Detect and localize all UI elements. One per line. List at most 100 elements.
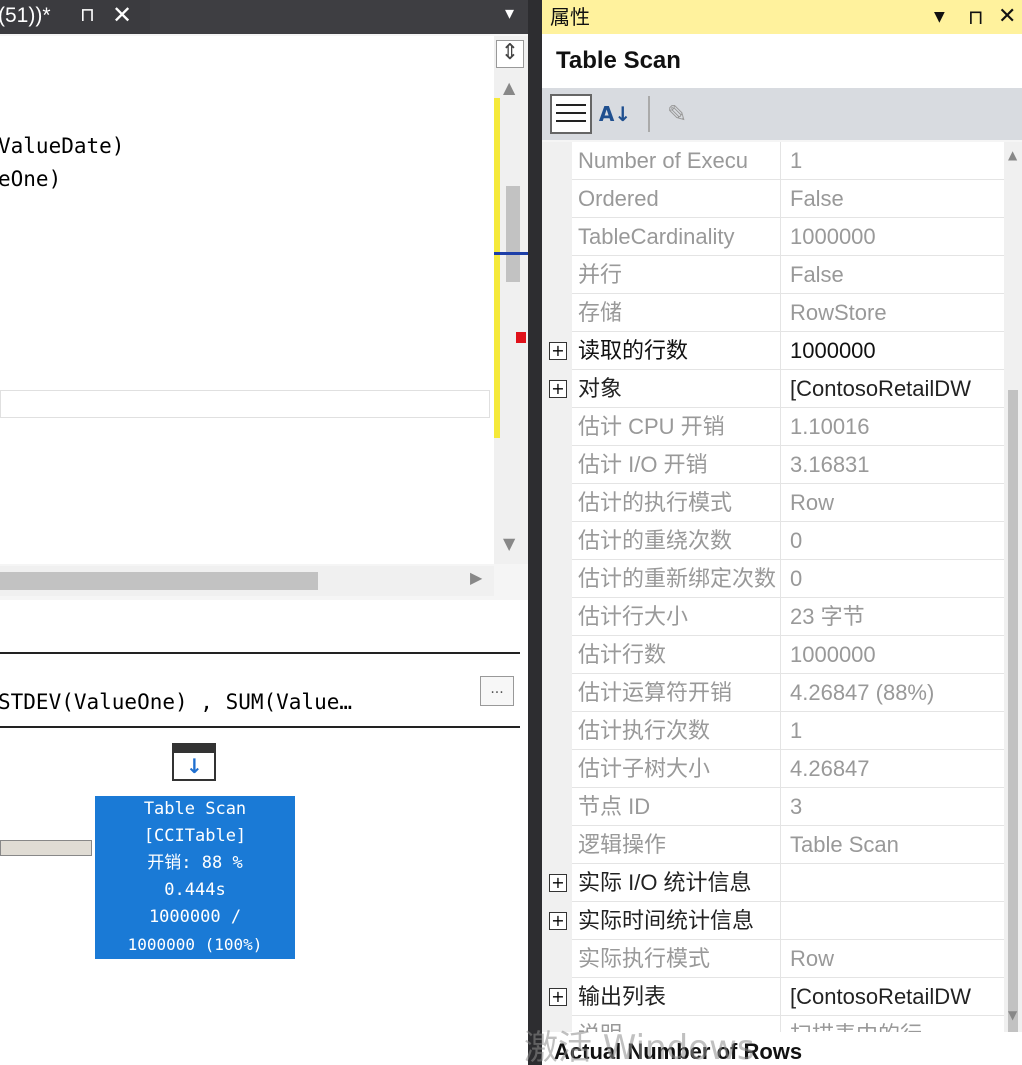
property-name: 估计运算符开销 bbox=[578, 680, 733, 705]
sql-editor[interactable]: ValueDate) eOne) bbox=[0, 36, 494, 564]
property-value[interactable]: 4.26847 (88%) bbox=[790, 674, 1004, 712]
property-value[interactable]: 1 bbox=[790, 142, 1004, 180]
property-value[interactable]: 4.26847 bbox=[790, 750, 1004, 788]
property-row[interactable]: Ordered False bbox=[542, 180, 1004, 218]
tab-list-dropdown-icon[interactable]: ▾ bbox=[505, 0, 514, 28]
property-value[interactable] bbox=[790, 864, 1004, 902]
close-icon[interactable]: ✕ bbox=[998, 0, 1016, 34]
property-value[interactable]: 3 bbox=[790, 788, 1004, 826]
property-row[interactable]: 估计的重新绑定次数 0 bbox=[542, 560, 1004, 598]
property-row[interactable]: 实际执行模式 Row bbox=[542, 940, 1004, 978]
property-row[interactable]: 估计的执行模式 Row bbox=[542, 484, 1004, 522]
property-value[interactable]: Row bbox=[790, 940, 1004, 978]
scroll-up-icon[interactable]: ▲ bbox=[1008, 148, 1017, 162]
row-gutter bbox=[542, 294, 572, 332]
expand-icon[interactable]: + bbox=[549, 874, 567, 892]
property-value[interactable]: 3.16831 bbox=[790, 446, 1004, 484]
property-row[interactable]: + 对象 [ContosoRetailDW bbox=[542, 370, 1004, 408]
expand-icon[interactable]: + bbox=[549, 380, 567, 398]
window-position-dropdown-icon[interactable]: ▼ bbox=[934, 0, 945, 34]
row-gutter: + bbox=[542, 370, 572, 408]
property-value[interactable]: RowStore bbox=[790, 294, 1004, 332]
property-row[interactable]: 估计 CPU 开销 1.10016 bbox=[542, 408, 1004, 446]
row-gutter: + bbox=[542, 864, 572, 902]
row-gutter bbox=[542, 636, 572, 674]
pin-icon[interactable]: ⊓ bbox=[80, 0, 95, 32]
split-view-button[interactable]: ⇕ bbox=[496, 40, 524, 68]
expand-icon[interactable]: + bbox=[549, 912, 567, 930]
property-grid[interactable]: Number of Execu 1 Ordered False TableCardina… bbox=[542, 142, 1004, 1032]
editor-horizontal-scrollbar[interactable]: ▶ bbox=[0, 566, 494, 596]
scroll-down-icon[interactable]: ▼ bbox=[1008, 1008, 1017, 1022]
property-value[interactable]: 1.10016 bbox=[790, 408, 1004, 446]
show-full-query-button[interactable]: ... bbox=[480, 676, 514, 706]
property-name: 估计行数 bbox=[578, 642, 667, 667]
property-row[interactable]: 估计行数 1000000 bbox=[542, 636, 1004, 674]
property-row[interactable]: 估计的重绕次数 0 bbox=[542, 522, 1004, 560]
property-value[interactable]: 0 bbox=[790, 560, 1004, 598]
table-scan-operator[interactable]: Table Scan [CCITable] 开销: 88 % 0.444s 10… bbox=[95, 796, 295, 959]
row-gutter bbox=[542, 180, 572, 218]
property-row[interactable]: 并行 False bbox=[542, 256, 1004, 294]
document-tab-bar: (51))* ⊓ ✕ ▾ bbox=[0, 0, 528, 34]
editor-vertical-scrollbar[interactable]: ⇕ ▲ ▼ bbox=[494, 36, 528, 564]
property-value[interactable]: 1000000 bbox=[790, 636, 1004, 674]
property-row[interactable]: 估计行大小 23 字节 bbox=[542, 598, 1004, 636]
divider bbox=[0, 652, 520, 654]
operator-time: 0.444s bbox=[164, 880, 226, 900]
property-value[interactable] bbox=[790, 902, 1004, 940]
property-value[interactable]: Row bbox=[790, 484, 1004, 522]
table-scan-icon[interactable]: ↓ bbox=[172, 743, 216, 781]
expand-icon[interactable]: + bbox=[549, 988, 567, 1006]
property-row[interactable]: 估计执行次数 1 bbox=[542, 712, 1004, 750]
property-value[interactable]: [ContosoRetailDW bbox=[790, 978, 1004, 1016]
column-separator bbox=[780, 218, 781, 256]
property-value[interactable]: False bbox=[790, 256, 1004, 294]
scroll-thumb[interactable] bbox=[1008, 390, 1018, 1065]
scroll-right-icon[interactable]: ▶ bbox=[470, 568, 482, 587]
property-value[interactable]: 1000000 bbox=[790, 332, 1004, 370]
property-value[interactable]: Table Scan bbox=[790, 826, 1004, 864]
property-value[interactable]: [ContosoRetailDW bbox=[790, 370, 1004, 408]
row-gutter bbox=[542, 560, 572, 598]
horizontal-scroll-thumb[interactable] bbox=[0, 572, 318, 590]
row-gutter bbox=[542, 750, 572, 788]
editor-line-box[interactable] bbox=[0, 390, 490, 418]
property-value[interactable]: False bbox=[790, 180, 1004, 218]
close-icon[interactable]: ✕ bbox=[112, 0, 132, 32]
property-row[interactable]: 估计 I/O 开销 3.16831 bbox=[542, 446, 1004, 484]
scroll-up-icon[interactable]: ▲ bbox=[503, 78, 515, 97]
column-separator bbox=[780, 902, 781, 940]
property-value[interactable]: 1000000 bbox=[790, 218, 1004, 256]
property-value[interactable]: 23 字节 bbox=[790, 598, 1004, 636]
scroll-down-icon[interactable]: ▼ bbox=[503, 534, 515, 553]
property-value[interactable]: 扫描表中的行 bbox=[790, 1016, 1004, 1032]
property-pages-wrench-icon[interactable]: ✎ bbox=[656, 94, 698, 134]
property-row[interactable]: 估计运算符开销 4.26847 (88%) bbox=[542, 674, 1004, 712]
property-row[interactable]: + 实际时间统计信息 bbox=[542, 902, 1004, 940]
property-row[interactable]: 节点 ID 3 bbox=[542, 788, 1004, 826]
selected-object-name[interactable]: Table Scan bbox=[542, 34, 1022, 88]
query-tab[interactable]: (51))* ⊓ ✕ bbox=[0, 0, 150, 34]
auto-hide-pin-icon[interactable]: ⊓ bbox=[968, 0, 984, 34]
categorized-view-icon[interactable] bbox=[550, 94, 592, 134]
property-row[interactable]: 存储 RowStore bbox=[542, 294, 1004, 332]
scroll-thumb[interactable] bbox=[506, 186, 520, 282]
column-separator bbox=[780, 750, 781, 788]
property-row[interactable]: TableCardinality 1000000 bbox=[542, 218, 1004, 256]
property-row[interactable]: Number of Execu 1 bbox=[542, 142, 1004, 180]
property-row[interactable]: 逻辑操作 Table Scan bbox=[542, 826, 1004, 864]
property-value[interactable]: 1 bbox=[790, 712, 1004, 750]
code-line: ValueDate) bbox=[0, 134, 125, 158]
row-gutter bbox=[542, 408, 572, 446]
property-row[interactable]: + 输出列表 [ContosoRetailDW bbox=[542, 978, 1004, 1016]
property-row[interactable]: + 读取的行数 1000000 bbox=[542, 332, 1004, 370]
alphabetical-sort-icon[interactable]: A↓ bbox=[594, 94, 636, 134]
expand-icon[interactable]: + bbox=[549, 342, 567, 360]
row-gutter bbox=[542, 256, 572, 294]
pane-splitter[interactable] bbox=[528, 0, 542, 1065]
property-grid-scrollbar[interactable]: ▲ ▼ bbox=[1004, 142, 1022, 1065]
property-value[interactable]: 0 bbox=[790, 522, 1004, 560]
property-row[interactable]: 估计子树大小 4.26847 bbox=[542, 750, 1004, 788]
property-row[interactable]: + 实际 I/O 统计信息 bbox=[542, 864, 1004, 902]
